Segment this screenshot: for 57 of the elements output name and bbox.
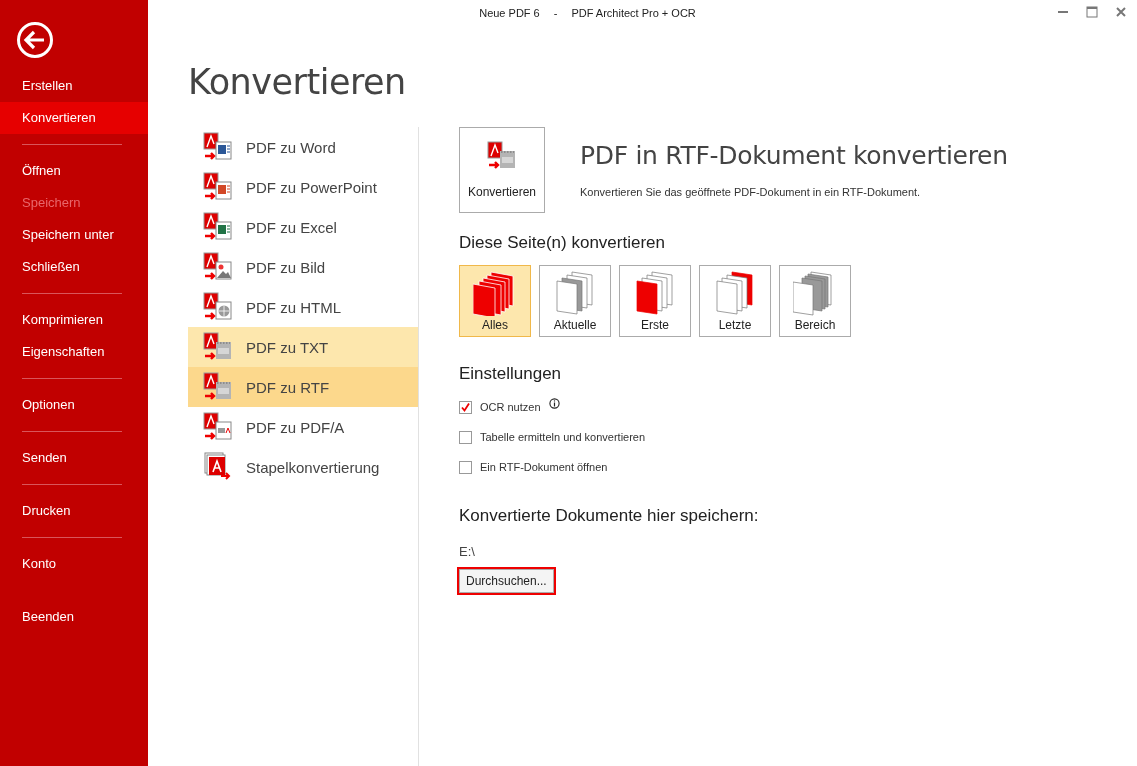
file-convert-icon bbox=[203, 372, 233, 402]
conversion-item[interactable]: PDF zu Excel bbox=[188, 207, 418, 247]
page-range-button[interactable]: Letzte bbox=[699, 265, 771, 337]
sidebar-item[interactable]: Speichern unter bbox=[0, 219, 148, 251]
checkbox[interactable] bbox=[459, 430, 472, 444]
file-convert-icon bbox=[487, 141, 517, 171]
convert-button[interactable]: Konvertieren bbox=[459, 127, 545, 213]
conversion-item[interactable]: PDF zu TXT bbox=[188, 327, 418, 367]
maximize-icon[interactable] bbox=[1086, 6, 1098, 18]
sidebar-item[interactable]: Optionen bbox=[0, 389, 148, 421]
conversion-item[interactable]: PDF zu PowerPoint bbox=[188, 167, 418, 207]
sidebar-item[interactable]: Konvertieren bbox=[0, 102, 148, 134]
sidebar-item[interactable]: Öffnen bbox=[0, 155, 148, 187]
document-title: Neue PDF 6 bbox=[479, 7, 540, 19]
file-convert-icon bbox=[203, 452, 233, 482]
section-heading: Diese Seite(n) konvertieren bbox=[459, 233, 666, 253]
conversion-item[interactable]: Stapelkonvertierung bbox=[188, 447, 418, 487]
conversion-item[interactable]: PDF zu RTF bbox=[188, 367, 418, 407]
conversion-item[interactable]: PDF zu Word bbox=[188, 127, 418, 167]
file-convert-icon bbox=[203, 292, 233, 322]
browse-button[interactable]: Durchsuchen... bbox=[459, 569, 554, 593]
conversion-item[interactable]: PDF zu HTML bbox=[188, 287, 418, 327]
file-convert-icon bbox=[203, 212, 233, 242]
checkbox-label: Ein RTF-Dokument öffnen bbox=[480, 461, 608, 473]
sidebar-item[interactable]: Konto bbox=[0, 548, 148, 580]
sidebar-item[interactable]: Eigenschaften bbox=[0, 336, 148, 368]
page-range-button[interactable]: Alles bbox=[459, 265, 531, 337]
section-heading: Einstellungen bbox=[459, 364, 563, 384]
pages-icon bbox=[473, 270, 517, 316]
conversion-item[interactable]: PDF zu Bild bbox=[188, 247, 418, 287]
page-heading: Konvertieren bbox=[188, 62, 407, 102]
sidebar-item[interactable]: Beenden bbox=[0, 601, 148, 633]
save-path: E:\ bbox=[459, 544, 476, 559]
checkbox[interactable] bbox=[459, 400, 472, 414]
sidebar-item[interactable]: Senden bbox=[0, 442, 148, 474]
app-title: PDF Architect Pro + OCR bbox=[571, 7, 696, 19]
file-convert-icon bbox=[203, 172, 233, 202]
page-range-button[interactable]: Aktuelle bbox=[539, 265, 611, 337]
sidebar-item[interactable]: Erstellen bbox=[0, 70, 148, 102]
title-separator: - bbox=[553, 7, 558, 19]
conversion-item[interactable]: PDF zu PDF/A bbox=[188, 407, 418, 447]
file-convert-icon bbox=[203, 252, 233, 282]
section-heading: Konvertierte Dokumente hier speichern: bbox=[459, 506, 760, 526]
sidebar-item[interactable]: Schließen bbox=[0, 251, 148, 283]
checkbox-label: Tabelle ermitteln und konvertieren bbox=[480, 431, 646, 443]
page-range-button[interactable]: Bereich bbox=[779, 265, 851, 337]
checkbox[interactable] bbox=[459, 460, 472, 474]
sidebar-item[interactable]: Drucken bbox=[0, 495, 148, 527]
checkbox-label: OCR nutzen bbox=[480, 401, 541, 413]
panel-title: PDF in RTF-Dokument konvertieren bbox=[580, 141, 1008, 170]
page-range-button[interactable]: Erste bbox=[619, 265, 691, 337]
sidebar-item[interactable]: Komprimieren bbox=[0, 304, 148, 336]
close-icon[interactable] bbox=[1115, 6, 1127, 18]
file-convert-icon bbox=[203, 132, 233, 162]
file-convert-icon bbox=[203, 332, 233, 362]
panel-description: Konvertieren Sie das geöffnete PDF-Dokument in ein RTF-Dokument. bbox=[580, 186, 922, 198]
file-convert-icon bbox=[203, 412, 233, 442]
